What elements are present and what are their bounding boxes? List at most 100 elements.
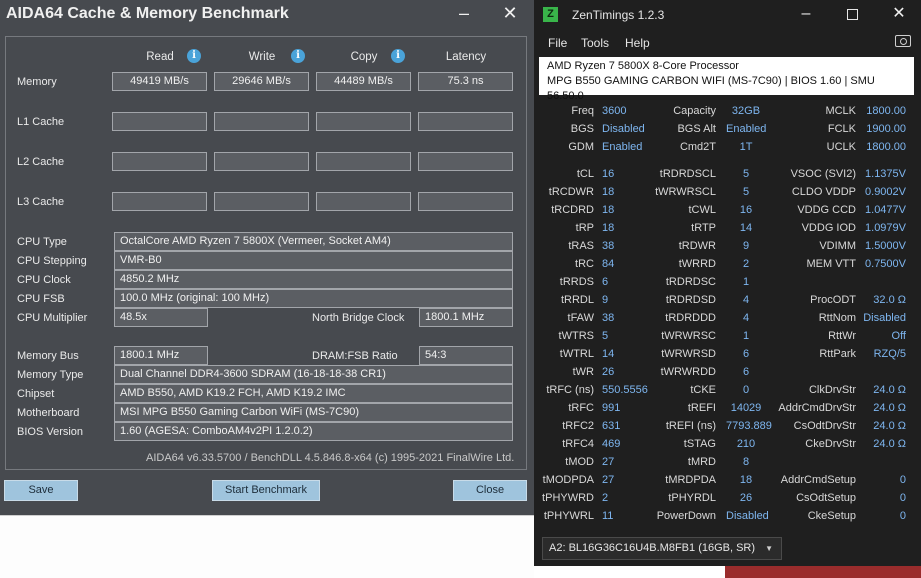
- close-button[interactable]: Close: [453, 480, 527, 501]
- timing-label: GDM: [568, 141, 594, 153]
- timing-label: MCLK: [825, 105, 856, 117]
- timing-value: 16: [739, 204, 753, 216]
- l3-read-value: [112, 192, 207, 211]
- nb-clock-label: North Bridge Clock: [312, 312, 405, 324]
- timing-value: 8: [742, 456, 750, 468]
- read-info-icon[interactable]: i: [187, 49, 201, 63]
- timing-label: tWRWRDD: [660, 366, 716, 378]
- l2-write-value: [214, 152, 309, 171]
- timing-label: tWRWRSC: [661, 330, 716, 342]
- timing-value: 0: [899, 510, 906, 522]
- header-write: Write: [248, 51, 276, 63]
- timing-label: CkeSetup: [807, 510, 856, 522]
- cpu-clock-value: 4850.2 MHz: [114, 270, 513, 289]
- timing-label: tRCDWR: [548, 186, 594, 198]
- timing-value: 7793.889: [726, 420, 772, 432]
- timing-value: Disabled: [726, 510, 769, 522]
- timing-value: Enabled: [726, 123, 767, 135]
- nb-clock-value: 1800.1 MHz: [419, 308, 513, 327]
- timing-value: 0: [742, 384, 750, 396]
- timing-label: tRDRDSCL: [659, 168, 716, 180]
- cpu-multiplier-value: 48.5x: [114, 308, 208, 327]
- timing-label: Freq: [571, 105, 594, 117]
- timing-label: VDDG IOD: [801, 222, 856, 234]
- timing-label: tRC: [575, 258, 594, 270]
- chipset-value: AMD B550, AMD K19.2 FCH, AMD K19.2 IMC: [114, 384, 513, 403]
- timing-value: 5: [742, 186, 750, 198]
- chevron-down-icon: ▼: [765, 544, 773, 553]
- dimm-select[interactable]: A2: BL16G36C16U4B.M8FB1 (16GB, SR) ▼: [542, 537, 782, 560]
- l3-latency-value: [418, 192, 513, 211]
- header-read: Read: [146, 51, 174, 63]
- timing-value: 24.0 Ω: [873, 438, 906, 450]
- timing-label: tRAS: [568, 240, 594, 252]
- timing-value: 210: [736, 438, 756, 450]
- timing-label: tRFC (ns): [546, 384, 594, 396]
- timing-label: tWRWRSCL: [655, 186, 716, 198]
- timing-value: 32GB: [731, 105, 761, 117]
- motherboard-value: MSI MPG B550 Gaming Carbon WiFi (MS-7C90…: [114, 403, 513, 422]
- bios-version-label: BIOS Version: [17, 426, 84, 438]
- write-info-icon[interactable]: i: [291, 49, 305, 63]
- timing-label: tRTP: [691, 222, 716, 234]
- timing-label: tRFC4: [562, 438, 594, 450]
- timing-label: tRDWR: [678, 240, 716, 252]
- timing-label: VDDG CCD: [797, 204, 856, 216]
- timing-label: tWRWRSD: [661, 348, 716, 360]
- timing-label: tRDRDSD: [665, 294, 716, 306]
- row-label-l1: L1 Cache: [17, 116, 65, 128]
- timing-label: tPHYRDL: [668, 492, 716, 504]
- cpu-stepping-value: VMR-B0: [114, 251, 513, 270]
- timing-value: 26: [739, 492, 753, 504]
- timing-value: 0: [899, 474, 906, 486]
- timing-label: BGS: [570, 123, 594, 135]
- timing-label: tREFI: [687, 402, 716, 414]
- timing-value: 24.0 Ω: [873, 384, 906, 396]
- save-button[interactable]: Save: [4, 480, 78, 501]
- timing-label: tREFI (ns): [665, 420, 716, 432]
- timing-label: tRRDL: [560, 294, 594, 306]
- start-benchmark-button[interactable]: Start Benchmark: [212, 480, 320, 501]
- timing-label: ClkDrvStr: [808, 384, 856, 396]
- copy-info-icon[interactable]: i: [391, 49, 405, 63]
- minimize-icon[interactable]: –: [454, 4, 474, 22]
- cpu-clock-label: CPU Clock: [17, 274, 71, 286]
- aida64-window: AIDA64 Cache & Memory Benchmark – ✕ Read…: [0, 0, 535, 515]
- timing-value: 14029: [730, 402, 762, 414]
- memory-latency-value: 75.3 ns: [418, 72, 513, 91]
- cpu-type-label: CPU Type: [17, 236, 67, 248]
- timing-label: tPHYWRD: [542, 492, 594, 504]
- desktop-wallpaper-fragment: [725, 566, 921, 578]
- cpu-multiplier-label: CPU Multiplier: [17, 312, 88, 324]
- l1-read-value: [112, 112, 207, 131]
- timing-label: tCKE: [690, 384, 716, 396]
- timing-label: tRFC2: [562, 420, 594, 432]
- timing-label: tMRDPDA: [665, 474, 716, 486]
- timing-label: tWR: [572, 366, 594, 378]
- timing-value: 0.9002V: [865, 186, 906, 198]
- timing-value: 1.0979V: [865, 222, 906, 234]
- timing-label: tCWL: [688, 204, 717, 216]
- timing-label: tMOD: [565, 456, 594, 468]
- timing-label: tRCDRD: [551, 204, 594, 216]
- desktop-background: [0, 515, 534, 578]
- chipset-label: Chipset: [17, 388, 55, 400]
- timing-value: 2: [742, 258, 750, 270]
- memory-bus-value: 1800.1 MHz: [114, 346, 208, 365]
- timing-label: CsOdtDrvStr: [793, 420, 856, 432]
- close-icon[interactable]: ✕: [500, 4, 520, 22]
- timing-label: AddrCmdSetup: [780, 474, 856, 486]
- timing-label: FCLK: [827, 123, 856, 135]
- timing-value: RZQ/5: [873, 348, 906, 360]
- timing-label: tWRRD: [678, 258, 716, 270]
- timing-label: tCL: [576, 168, 594, 180]
- cpu-stepping-label: CPU Stepping: [17, 255, 87, 267]
- l3-write-value: [214, 192, 309, 211]
- timing-value: 18: [739, 474, 753, 486]
- l3-copy-value: [316, 192, 411, 211]
- timing-value: 1.1375V: [865, 168, 906, 180]
- timing-label: Cmd2T: [679, 141, 716, 153]
- l2-read-value: [112, 152, 207, 171]
- timing-label: ProcODT: [810, 294, 856, 306]
- timing-label: MEM VTT: [806, 258, 857, 270]
